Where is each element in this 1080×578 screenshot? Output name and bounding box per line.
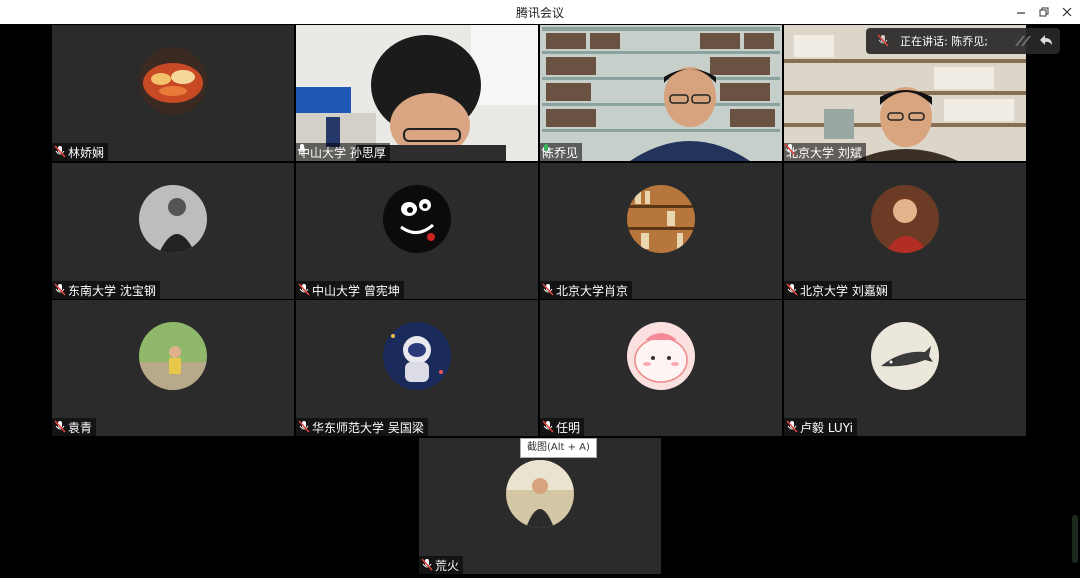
participant-name: 北京大学肖京 [556, 283, 629, 298]
participant-name-bar: 任明 [540, 418, 585, 436]
participant-name: 卢毅 LUYi [800, 420, 853, 435]
close-button[interactable] [1058, 3, 1076, 21]
participant-tile[interactable]: 东南大学 沈宝钢 [52, 163, 294, 299]
mic-speaking-icon [541, 144, 551, 156]
participant-name-bar: 华东师范大学 吴国梁 [296, 418, 428, 436]
food-avatar-image [139, 47, 207, 115]
close-icon [1062, 7, 1072, 17]
mic-muted-icon [298, 283, 310, 296]
avatar [139, 47, 207, 115]
painting-avatar-image [871, 185, 939, 253]
participant-name: 华东师范大学 吴国梁 [312, 420, 424, 435]
person-avatar-image [139, 185, 207, 253]
ink-fish-avatar-image [871, 322, 939, 390]
mic-muted-icon [877, 34, 889, 47]
video-feed [540, 25, 782, 161]
mic-muted-icon [298, 420, 310, 433]
avatar [383, 322, 451, 390]
participant-name-bar: 中山大学 孙思厚 [296, 143, 390, 161]
participant-name-bar: 林娇娴 [52, 143, 109, 161]
restore-icon [1039, 7, 1049, 17]
participant-name-bar: 北京大学 刘嘉娴 [784, 281, 892, 299]
mic-muted-icon [542, 420, 554, 433]
participant-tile-active-speaker[interactable]: 陈乔见 [540, 25, 782, 161]
speaking-indicator: 正在讲话: 陈乔见; [866, 28, 1060, 54]
participant-name: 中山大学 孙思厚 [298, 145, 386, 160]
participant-name: 袁青 [68, 420, 93, 435]
avatar [627, 322, 695, 390]
avatar [506, 460, 574, 528]
restore-button[interactable] [1035, 3, 1053, 21]
speaking-indicator-controls [1012, 32, 1054, 50]
child-photo-avatar-image [139, 322, 207, 390]
participant-name: 中山大学 曾宪坤 [312, 283, 400, 298]
participant-tile[interactable]: 卢毅 LUYi [784, 300, 1026, 436]
participant-tile[interactable]: 袁青 [52, 300, 294, 436]
participant-name: 北京大学 刘斌 [786, 145, 862, 160]
mic-muted-icon [786, 283, 798, 296]
bookshelf-avatar-image [627, 185, 695, 253]
participant-name-bar: 陈乔见 [540, 143, 583, 161]
minimize-icon [1017, 12, 1025, 14]
participant-tile[interactable]: 中山大学 孙思厚 [296, 25, 538, 161]
screenshot-tooltip: 截图(Alt + A) [520, 438, 597, 458]
mic-muted-icon [54, 420, 66, 433]
participant-name-bar: 袁青 [52, 418, 97, 436]
side-panel-handle[interactable] [1072, 515, 1078, 563]
minimize-button[interactable] [1012, 3, 1030, 21]
mic-muted-icon [542, 283, 554, 296]
cute-character-avatar-image [627, 322, 695, 390]
participant-tile[interactable]: 任明 [540, 300, 782, 436]
participant-name-bar: 北京大学肖京 [540, 281, 633, 299]
participant-name: 林娇娴 [68, 145, 105, 160]
participant-tile[interactable]: 中山大学 曾宪坤 [296, 163, 538, 299]
participant-name: 任明 [556, 420, 581, 435]
participant-name-bar: 荒火 [419, 556, 464, 574]
mic-muted-icon [54, 283, 66, 296]
collapse-arrows-icon[interactable] [1012, 32, 1034, 50]
avatar [871, 322, 939, 390]
participant-name-bar: 中山大学 曾宪坤 [296, 281, 404, 299]
participant-tile[interactable]: 华东师范大学 吴国梁 [296, 300, 538, 436]
avatar [139, 322, 207, 390]
avatar [383, 185, 451, 253]
video-grid: 林娇娴 中山大学 孙思厚 陈乔见 北京大学 刘斌 东南大学 沈宝钢 中山大学 曾… [0, 24, 1080, 578]
video-feed [296, 25, 538, 161]
participant-name-bar: 北京大学 刘斌 [784, 143, 866, 161]
undo-arrow-icon[interactable] [1036, 32, 1054, 50]
person-photo-avatar-image [506, 460, 574, 528]
participant-tile[interactable]: 荒火 [419, 438, 661, 574]
title-bar: 腾讯会议 [0, 0, 1080, 24]
avatar [627, 185, 695, 253]
participant-tile[interactable]: 林娇娴 [52, 25, 294, 161]
mic-muted-icon [421, 558, 433, 571]
mic-muted-icon [54, 145, 66, 158]
participant-tile[interactable]: 北京大学肖京 [540, 163, 782, 299]
speaking-indicator-text: 正在讲话: 陈乔见; [900, 35, 988, 48]
mic-icon [297, 144, 307, 156]
participant-tile[interactable]: 北京大学 刘嘉娴 [784, 163, 1026, 299]
mic-muted-icon [784, 143, 796, 156]
mic-muted-icon [786, 420, 798, 433]
participant-name: 荒火 [435, 558, 460, 573]
participant-name-bar: 东南大学 沈宝钢 [52, 281, 160, 299]
window-title: 腾讯会议 [515, 6, 564, 20]
astronaut-avatar-image [383, 322, 451, 390]
participant-name: 东南大学 沈宝钢 [68, 283, 156, 298]
avatar [139, 185, 207, 253]
cartoon-avatar-image [383, 185, 451, 253]
participant-name-bar: 卢毅 LUYi [784, 418, 857, 436]
participant-name: 北京大学 刘嘉娴 [800, 283, 888, 298]
avatar [871, 185, 939, 253]
